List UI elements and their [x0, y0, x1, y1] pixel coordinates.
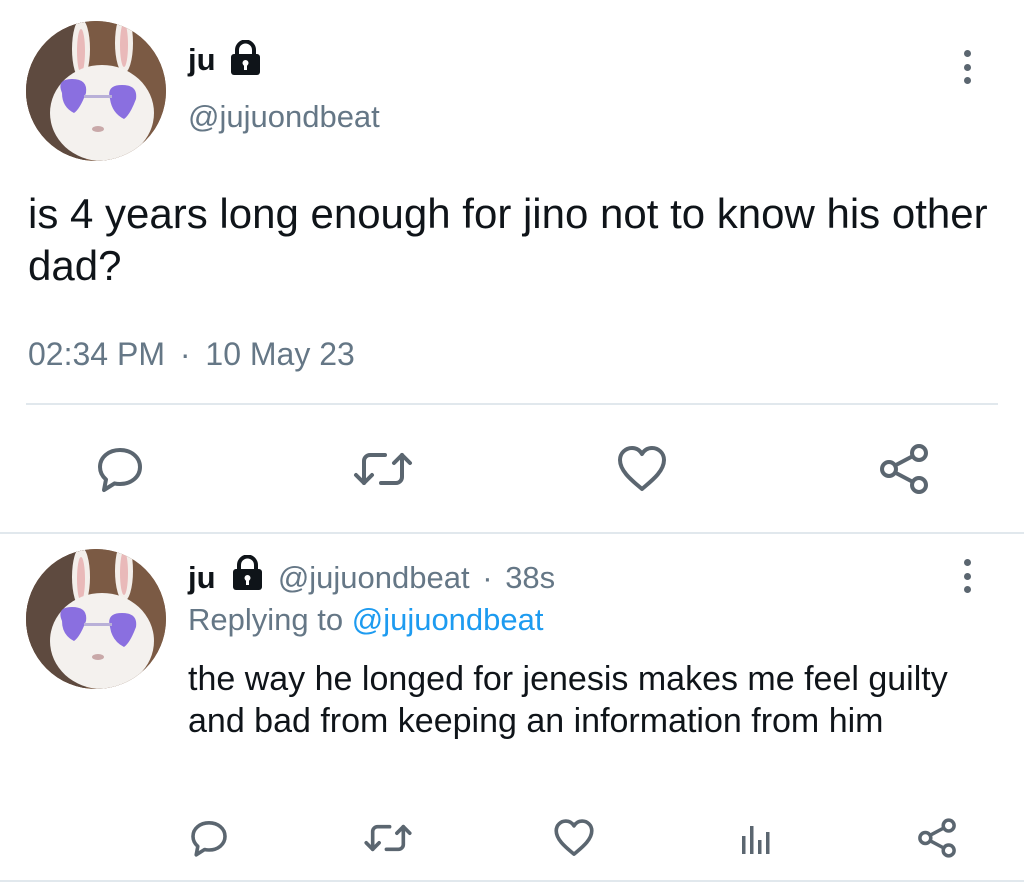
reply-display-name[interactable]: ju [188, 560, 216, 595]
reply-icon [98, 448, 142, 492]
analytics-icon [742, 826, 770, 854]
reply-age: 38s [505, 560, 556, 596]
main-tweet-text: is 4 years long enough for jino not to k… [28, 190, 988, 289]
retweet-button[interactable] [350, 443, 416, 495]
reply-handle[interactable]: @jujuondbeat [278, 560, 470, 595]
more-vertical-icon[interactable] [960, 559, 974, 593]
retweet-icon [354, 453, 412, 485]
main-time: 02:34 PM [28, 336, 165, 372]
lock-icon [230, 554, 265, 599]
replying-to-link[interactable]: @jujuondbeat [352, 602, 544, 637]
reply-header: ju @jujuondbeat · 38s [188, 554, 556, 602]
main-separator: · [179, 336, 191, 372]
reply-avatar[interactable] [26, 549, 166, 689]
reply-separator: · [482, 560, 493, 596]
main-timestamp: 02:34 PM · 10 May 23 [28, 335, 355, 373]
main-divider [26, 403, 998, 405]
share-button[interactable] [876, 441, 932, 497]
heart-icon [554, 819, 594, 856]
retweet-button[interactable] [362, 815, 414, 861]
heart-icon [618, 446, 666, 491]
main-display-name[interactable]: ju [188, 42, 216, 78]
main-avatar[interactable] [26, 21, 166, 161]
like-button[interactable] [614, 443, 670, 495]
like-button[interactable] [551, 815, 597, 861]
reply-icon [191, 821, 227, 857]
analytics-button[interactable] [734, 815, 778, 861]
share-icon [880, 444, 928, 494]
share-icon [918, 818, 956, 858]
main-handle[interactable]: @jujuondbeat [188, 99, 380, 135]
bottom-divider [0, 880, 1024, 882]
replying-to-label: Replying to [188, 602, 344, 637]
share-button[interactable] [914, 815, 960, 861]
reply-tweet-text: the way he longed for jenesis makes me f… [188, 660, 948, 740]
reply-button[interactable] [90, 443, 150, 495]
main-date: 10 May 23 [205, 336, 355, 372]
lock-icon [228, 39, 263, 81]
tweet-separator [0, 532, 1024, 534]
more-vertical-icon[interactable] [960, 50, 974, 84]
reply-button[interactable] [186, 815, 232, 861]
replying-to: Replying to @jujuondbeat [188, 602, 544, 638]
retweet-icon [364, 824, 412, 852]
